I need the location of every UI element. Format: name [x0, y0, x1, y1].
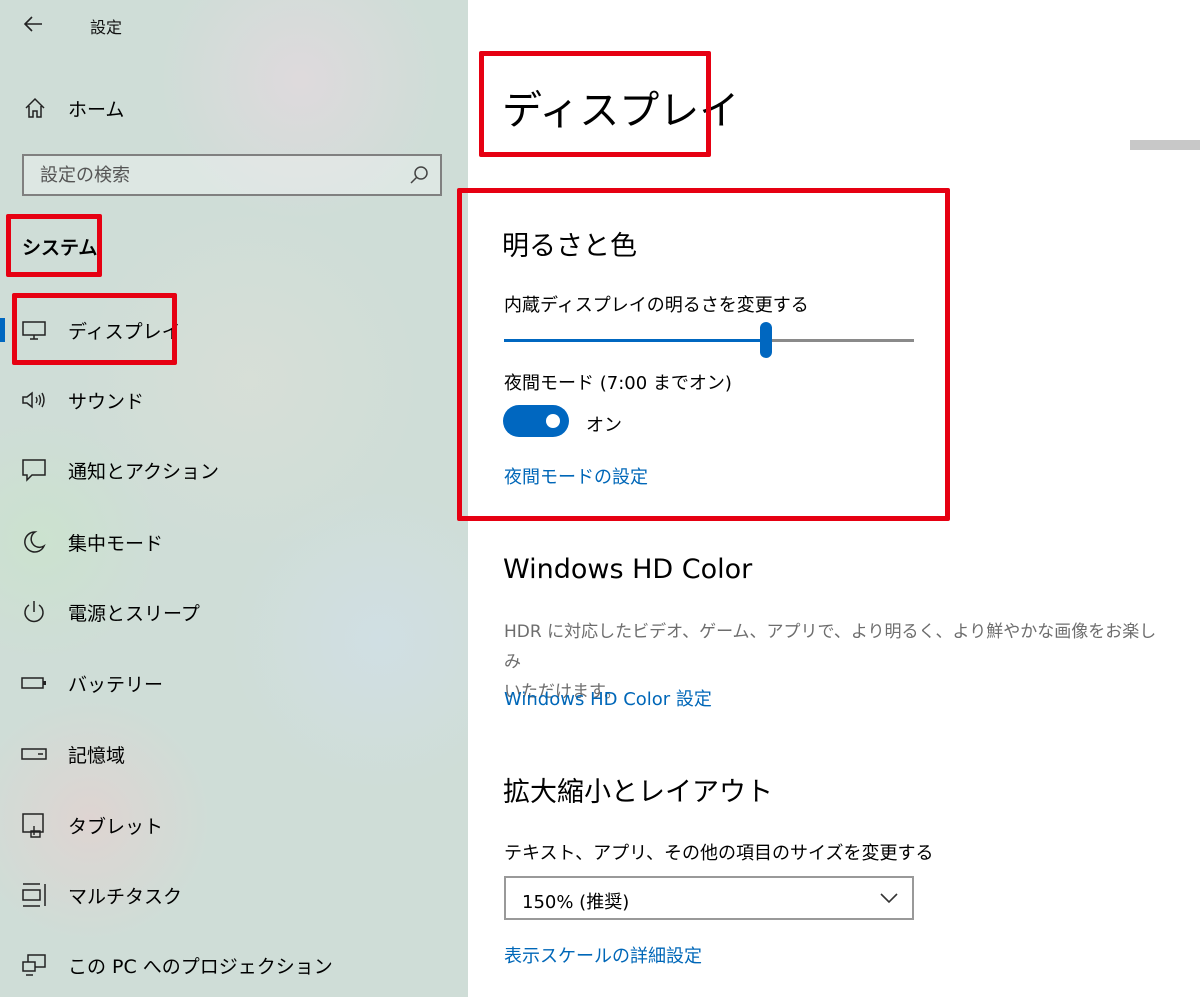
- sidebar-item-projection[interactable]: この PC へのプロジェクション: [0, 945, 468, 985]
- scale-selected-value: 150% (推奨): [522, 892, 630, 913]
- sidebar-item-storage[interactable]: 記憶域: [0, 734, 468, 774]
- scrollbar-thumb[interactable]: [1130, 140, 1200, 150]
- sidebar-item-label: この PC へのプロジェクション: [68, 955, 333, 978]
- home-icon: [22, 95, 48, 121]
- moon-icon: [20, 528, 48, 556]
- home-label: ホーム: [68, 98, 125, 121]
- chevron-down-icon: [878, 890, 900, 906]
- projection-icon: [20, 951, 48, 979]
- advanced-scale-settings-link[interactable]: 表示スケールの詳細設定: [504, 942, 702, 968]
- sidebar-item-notifications[interactable]: 通知とアクション: [0, 450, 468, 490]
- search-input[interactable]: [24, 156, 410, 194]
- sidebar-item-sound[interactable]: サウンド: [0, 380, 468, 420]
- sidebar-item-battery[interactable]: バッテリー: [0, 663, 468, 703]
- sidebar-item-power[interactable]: 電源とスリープ: [0, 592, 468, 632]
- multitask-icon: [20, 881, 48, 909]
- home-nav-item[interactable]: ホーム: [22, 94, 124, 122]
- sidebar-item-label: 記憶域: [68, 744, 126, 767]
- app-title: 設定: [90, 18, 123, 37]
- selected-indicator: [0, 318, 5, 342]
- settings-search-box[interactable]: [22, 154, 442, 196]
- power-icon: [20, 598, 48, 626]
- sidebar-item-label: サウンド: [68, 390, 145, 413]
- highlight-box-system-label: [6, 214, 102, 277]
- sidebar-item-label: 通知とアクション: [68, 460, 220, 483]
- search-icon[interactable]: [408, 164, 430, 186]
- sidebar-item-multitasking[interactable]: マルチタスク: [0, 875, 468, 915]
- highlight-box-page-title: [479, 51, 711, 157]
- hdr-description-line1: HDR に対応したビデオ、ゲーム、アプリで、より明るく、より鮮やかな画像をお楽し…: [504, 622, 1157, 672]
- sidebar-item-label: 電源とスリープ: [68, 602, 200, 625]
- sidebar-item-label: タブレット: [68, 815, 164, 838]
- speaker-icon: [20, 386, 48, 414]
- highlight-box-display-item: [12, 293, 177, 365]
- sidebar: 設定 ホーム システム ディスプレイ サウンド 通知とアクション: [0, 0, 468, 997]
- scale-label: テキスト、アプリ、その他の項目のサイズを変更する: [504, 843, 934, 864]
- sidebar-item-label: マルチタスク: [68, 885, 183, 908]
- sidebar-item-focus[interactable]: 集中モード: [0, 522, 468, 562]
- scale-dropdown[interactable]: 150% (推奨): [504, 876, 914, 920]
- battery-icon: [20, 669, 48, 697]
- back-button[interactable]: [20, 10, 48, 38]
- sidebar-item-label: 集中モード: [68, 532, 164, 555]
- notification-icon: [20, 456, 48, 484]
- sidebar-item-label: バッテリー: [68, 673, 164, 696]
- highlight-box-brightness-section: [457, 188, 950, 521]
- sidebar-item-tablet[interactable]: タブレット: [0, 805, 468, 845]
- hdr-settings-link[interactable]: Windows HD Color 設定: [504, 685, 712, 711]
- back-arrow-icon: [23, 16, 42, 32]
- storage-icon: [20, 740, 48, 768]
- tablet-icon: [20, 811, 48, 839]
- scale-section-heading: 拡大縮小とレイアウト: [503, 777, 773, 808]
- hdr-section-heading: Windows HD Color: [503, 554, 753, 585]
